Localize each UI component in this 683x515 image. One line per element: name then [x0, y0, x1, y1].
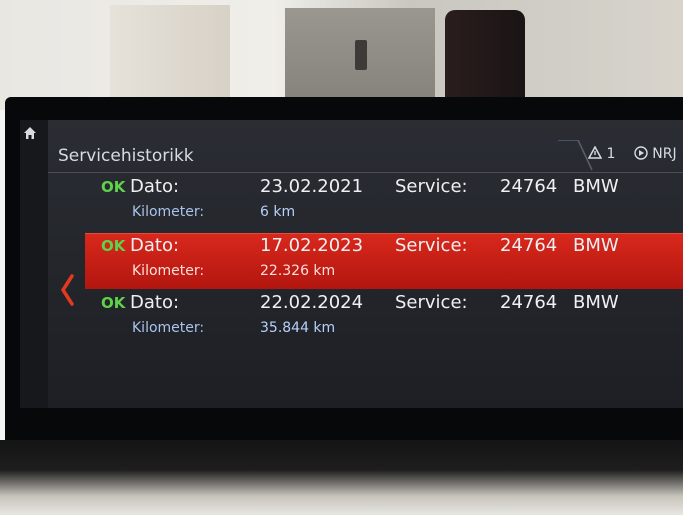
warning-icon[interactable] [588, 146, 602, 159]
service-number: 24764 [500, 292, 558, 313]
service-date: 22.02.2024 [260, 292, 364, 313]
service-brand: BMW [573, 292, 619, 313]
ok-badge: OK [101, 294, 126, 312]
background-door-handle [355, 40, 367, 70]
service-number: 24764 [500, 176, 558, 197]
service-date: 17.02.2023 [260, 235, 364, 256]
ok-badge: OK [101, 237, 126, 255]
background-shelf [110, 5, 230, 100]
service-brand: BMW [573, 235, 619, 256]
service-label: Service: [395, 292, 468, 313]
ok-badge: OK [101, 178, 126, 196]
service-date: 23.02.2021 [260, 176, 364, 197]
home-icon[interactable] [23, 126, 37, 140]
radio-icon [634, 146, 648, 160]
service-record-1[interactable]: OK Dato: Kilometer: 23.02.2021 6 km Serv… [85, 175, 683, 230]
page-title: Servicehistorikk [58, 146, 194, 166]
date-label: Dato: [130, 235, 180, 256]
km-label: Kilometer: [132, 320, 205, 336]
chevron-left-icon[interactable] [57, 270, 77, 310]
date-label: Dato: [130, 292, 180, 313]
service-label: Service: [395, 176, 468, 197]
date-label: Dato: [130, 176, 180, 197]
km-label: Kilometer: [132, 204, 205, 220]
radio-station: NRJ [652, 146, 677, 162]
service-number: 24764 [500, 235, 558, 256]
background-jacket [445, 10, 525, 100]
title-bar: Servicehistorikk 1 NRJ 8 [48, 140, 683, 172]
title-divider [48, 172, 683, 173]
service-record-2[interactable]: OK Dato: Kilometer: 17.02.2023 22.326 km… [85, 233, 683, 289]
status-area: 1 NRJ 8 [588, 146, 683, 162]
dashboard [0, 440, 683, 515]
service-record-3[interactable]: OK Dato: Kilometer: 22.02.2024 35.844 km… [85, 291, 683, 346]
left-nav-strip [20, 120, 48, 408]
service-label: Service: [395, 235, 468, 256]
service-brand: BMW [573, 176, 619, 197]
mileage: 22.326 km [260, 263, 336, 279]
mileage: 6 km [260, 204, 296, 220]
mileage: 35.844 km [260, 320, 336, 336]
warning-count: 1 [606, 146, 616, 162]
km-label: Kilometer: [132, 263, 205, 279]
infotainment-screen: Servicehistorikk 1 NRJ 8 OK Dato: Kilome… [20, 120, 683, 408]
